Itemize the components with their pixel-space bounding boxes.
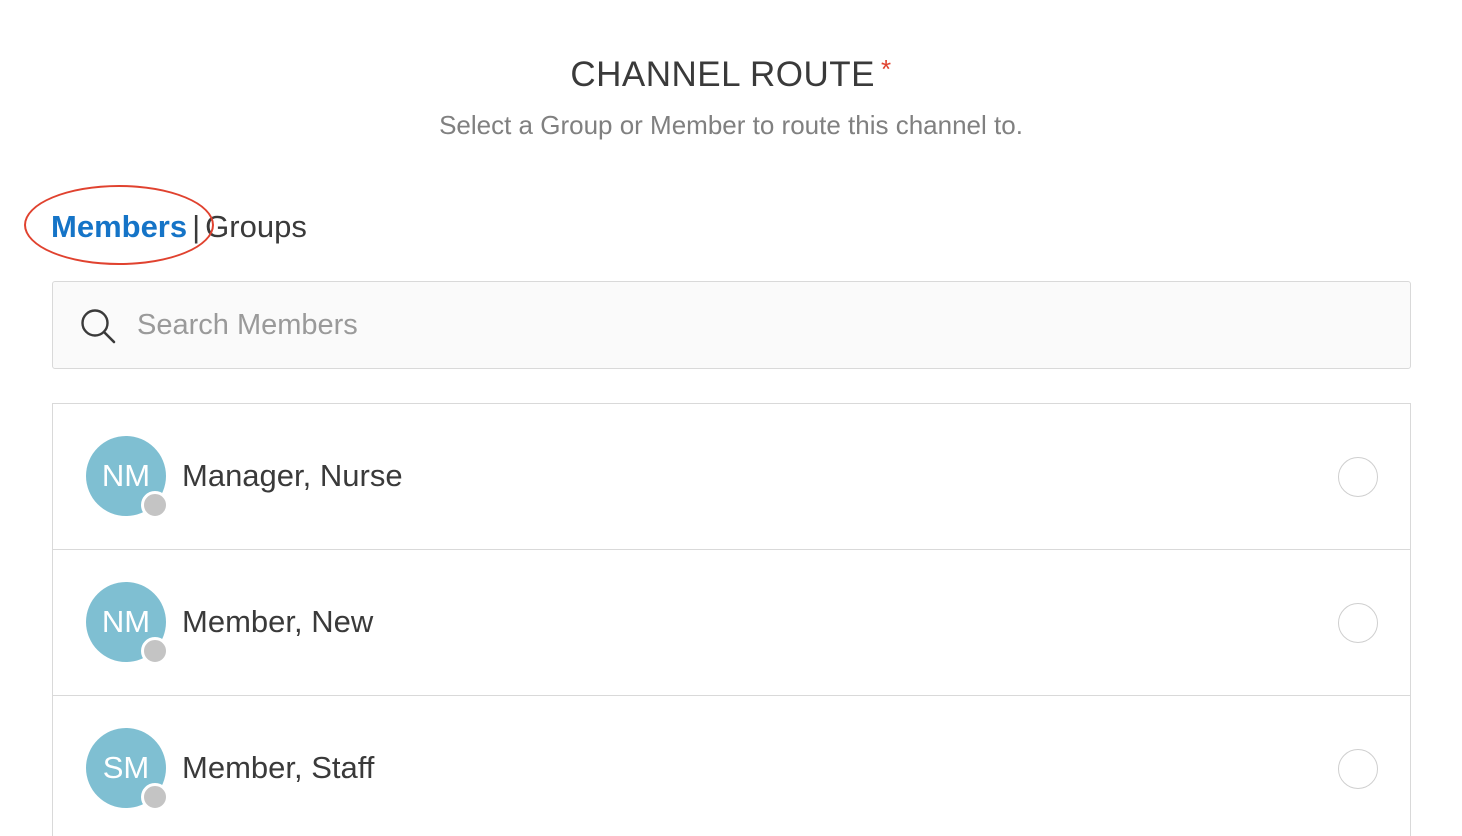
presence-status-dot [141,783,169,811]
tab-switcher: Members | Groups [51,206,307,248]
member-row[interactable]: NM Manager, Nurse [53,404,1410,550]
page-subtitle: Select a Group or Member to route this c… [439,110,1023,140]
member-name: Member, Staff [182,750,375,785]
header: CHANNEL ROUTE * Select a Group or Member … [0,52,1462,142]
search-icon [81,309,116,344]
tab-groups[interactable]: Groups [205,209,307,244]
required-marker: * [881,54,892,84]
tab-separator: | [192,209,201,244]
member-row[interactable]: NM Member, New [53,550,1410,696]
member-row[interactable]: SM Member, Staff [53,696,1410,836]
select-radio-button[interactable] [1338,603,1378,643]
search-box[interactable] [52,281,1411,369]
search-input[interactable] [137,282,1387,368]
select-radio-button[interactable] [1338,457,1378,497]
page-title-text: CHANNEL ROUTE [570,55,876,94]
page-title: CHANNEL ROUTE * [0,52,1462,98]
presence-status-dot [141,637,169,665]
presence-status-dot [141,491,169,519]
channel-route-page: CHANNEL ROUTE * Select a Group or Member … [0,0,1462,836]
member-name: Member, New [182,604,374,639]
select-radio-button[interactable] [1338,749,1378,789]
member-name: Manager, Nurse [182,458,403,493]
member-list: NM Manager, Nurse NM Member, New SM Memb… [52,403,1411,836]
tab-members[interactable]: Members [51,209,187,244]
